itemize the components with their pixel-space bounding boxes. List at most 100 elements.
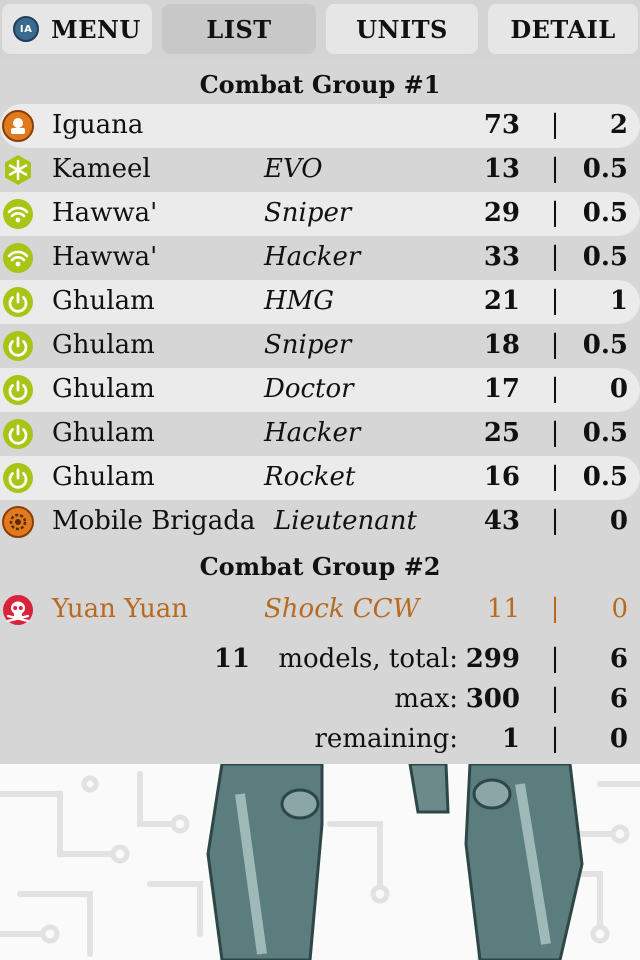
power-green-icon [2,418,34,450]
column-separator: | [550,374,560,404]
tab-detail[interactable]: DETAIL [488,4,638,54]
column-separator: | [550,330,560,360]
unit-name: Yuan Yuan [52,594,189,624]
unit-name: Ghulam [52,418,155,448]
unit-swc: 2 [609,110,628,140]
wifi-green-icon [2,198,34,230]
unit-name: Hawwa' [52,242,158,272]
power-green-icon [2,462,34,494]
unit-swc: 0.5 [582,198,628,228]
list-item[interactable]: Hawwa' Hacker 33 | 0.5 [0,236,640,280]
column-separator: | [550,462,560,492]
unit-points: 25 [483,418,520,448]
unit-points: 18 [483,330,520,360]
list-item[interactable]: Ghulam Rocket 16 | 0.5 [0,456,640,500]
unit-swc: 0 [609,374,628,404]
army-list-app: IA MENU LIST UNITS DETAIL Combat Group #… [0,0,640,960]
unit-name: Kameel [52,154,151,184]
max-points: 300 [465,684,520,714]
background-artwork [0,764,640,960]
unit-points: 13 [483,154,520,184]
tab-list[interactable]: LIST [162,4,316,54]
power-green-icon [2,286,34,318]
combat-group-title: Combat Group #2 [199,551,441,581]
top-nav: IA MENU LIST UNITS DETAIL [0,0,640,60]
unit-swc: 0 [611,594,628,624]
unit-profile: Doctor [264,374,354,404]
list-item[interactable]: Hawwa' Sniper 29 | 0.5 [0,192,640,236]
unit-profile: Hacker [264,242,361,272]
list-item[interactable]: Ghulam Sniper 18 | 0.5 [0,324,640,368]
circuit-robot-illustration [0,764,640,960]
unit-swc: 0.5 [582,154,628,184]
power-green-icon [2,330,34,362]
tab-menu[interactable]: IA MENU [2,4,152,54]
unit-points: 21 [483,286,520,316]
remaining-row: remaining: 1 | 0 [0,720,640,760]
skull-red-icon [2,594,34,626]
list-item[interactable]: Kameel EVO 13 | 0.5 [0,148,640,192]
unit-name: Ghulam [52,374,155,404]
remaining-label: remaining: [314,724,459,754]
unit-swc: 0 [609,506,628,536]
unit-name: Mobile Brigada [52,506,256,536]
army-list-panel: Combat Group #1 Iguana 73 | 2 Kameel EVO… [0,60,640,764]
totals-row: 11 models, total: 299 | 6 [0,640,640,680]
total-points: 299 [465,644,520,674]
ia-logo-icon: IA [13,16,40,42]
unit-points: 33 [483,242,520,272]
column-separator: | [550,644,560,674]
unit-swc: 0.5 [582,242,628,272]
column-separator: | [550,418,560,448]
unit-profile: Rocket [264,462,356,492]
unit-points: 16 [483,462,520,492]
list-item[interactable]: Ghulam Hacker 25 | 0.5 [0,412,640,456]
total-label: models, total: [278,644,458,674]
list-item[interactable]: Ghulam Doctor 17 | 0 [0,368,640,412]
tab-menu-label: MENU [51,14,141,44]
list-item[interactable]: Mobile Brigada Lieutenant 43 | 0 [0,500,640,544]
list-item[interactable]: Iguana 73 | 2 [0,104,640,148]
column-separator: | [550,506,560,536]
column-separator: | [550,684,560,714]
unit-name: Iguana [52,110,144,140]
combat-group-title: Combat Group #1 [199,69,441,99]
unit-profile: Shock CCW [264,594,420,624]
unit-points: 73 [483,110,520,140]
unit-points: 43 [483,506,520,536]
unit-name: Hawwa' [52,198,158,228]
power-green-icon [2,374,34,406]
unit-swc: 0.5 [582,330,628,360]
unit-profile: Sniper [264,198,352,228]
column-separator: | [550,594,560,624]
unit-name: Ghulam [52,286,155,316]
unit-name: Ghulam [52,462,155,492]
unit-profile: HMG [264,286,335,316]
list-item[interactable]: Yuan Yuan Shock CCW 11 | 0 [0,588,640,632]
column-separator: | [550,242,560,272]
unit-points: 29 [483,198,520,228]
column-separator: | [550,154,560,184]
orange-tag-icon [2,110,34,142]
unit-profile: Hacker [264,418,361,448]
unit-points: 17 [483,374,520,404]
column-separator: | [550,110,560,140]
total-swc: 6 [609,644,628,674]
max-swc: 6 [609,684,628,714]
column-separator: | [550,198,560,228]
wifi-green-icon [2,242,34,274]
unit-swc: 0.5 [582,462,628,492]
gear-orange-icon [2,506,34,538]
unit-swc: 1 [609,286,628,316]
tab-units[interactable]: UNITS [326,4,478,54]
tab-list-label: LIST [206,14,272,44]
remaining-swc: 0 [609,724,628,754]
max-row: max: 300 | 6 [0,680,640,720]
list-item[interactable]: Ghulam HMG 21 | 1 [0,280,640,324]
unit-profile: EVO [264,154,323,184]
model-count: 11 [213,644,250,674]
unit-profile: Lieutenant [274,506,417,536]
unit-points: 11 [486,594,520,624]
column-separator: | [550,724,560,754]
remaining-points: 1 [501,724,520,754]
